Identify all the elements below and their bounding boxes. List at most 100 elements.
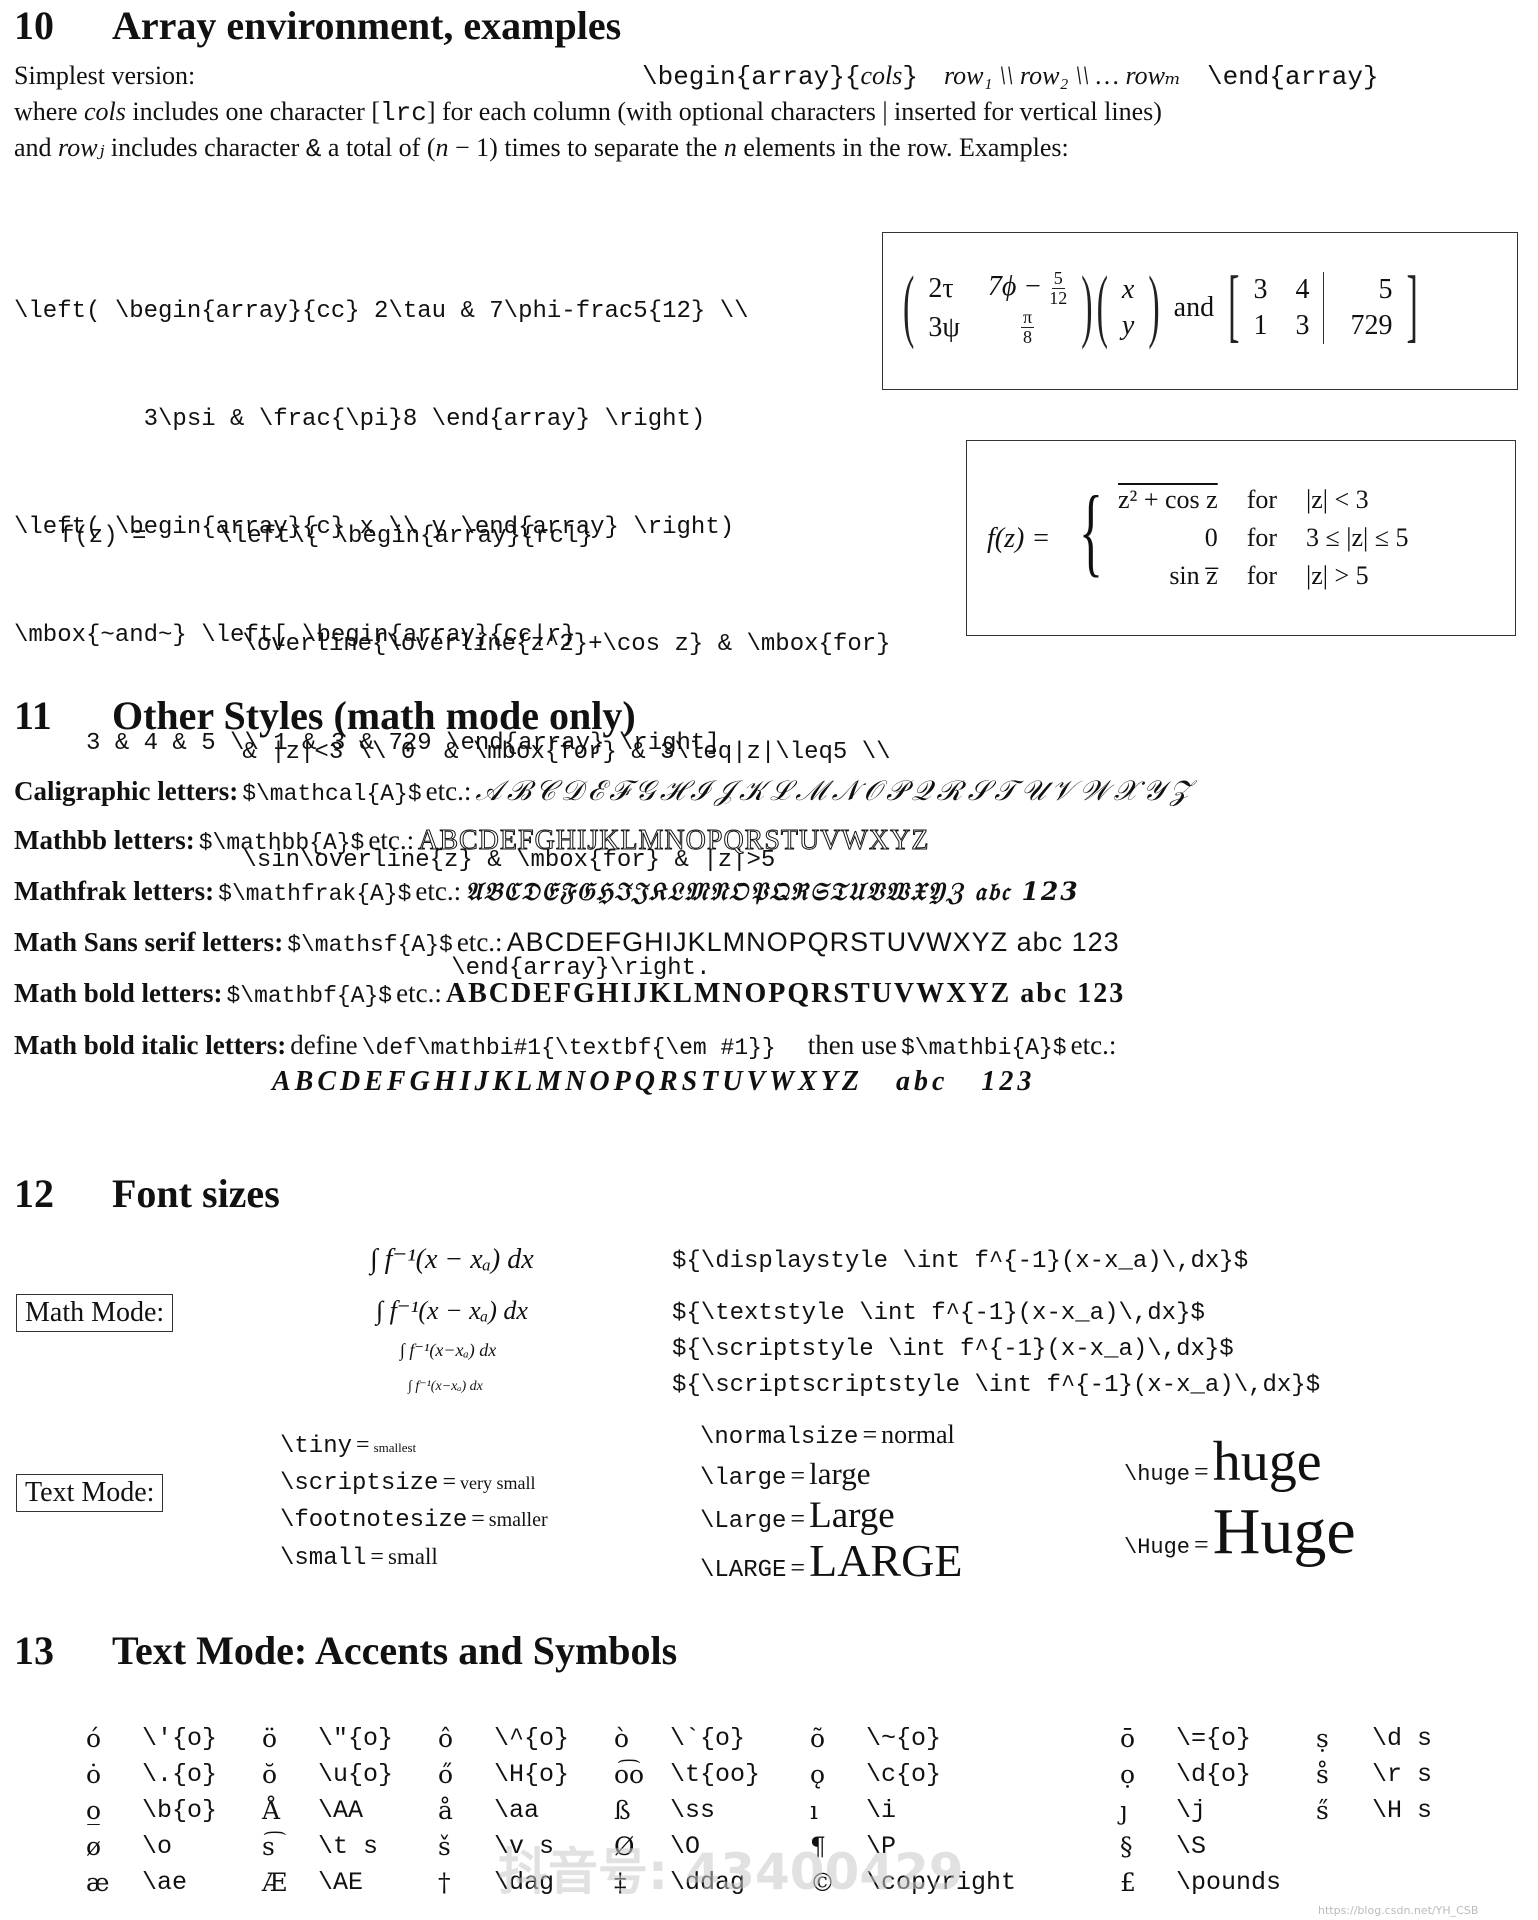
etc-text: etc.: <box>415 876 462 906</box>
size-cmd: \Large <box>700 1508 787 1535</box>
accent-glyph: ö <box>262 1723 278 1753</box>
case-cond: |z| < 3 <box>1306 485 1369 514</box>
accent-glyph: Æ <box>262 1867 288 1897</box>
def-cmd: \def\mathbi#1{\textbf{\em #1}} <box>361 1035 776 1061</box>
accent-command: \b{o} <box>142 1795 218 1825</box>
style-label: Math bold letters: <box>14 978 223 1008</box>
accent-glyph: å <box>438 1795 453 1825</box>
etc-text: etc.: <box>368 825 415 855</box>
size-cmd: \normalsize <box>700 1424 859 1451</box>
cell-value: 7ϕ − <box>987 271 1043 302</box>
style-sample: 𝒜ℬ𝒞𝒟ℰℱ𝒢ℋℐ𝒥𝒦ℒℳ𝒩𝒪𝒫𝒬ℛ𝒮𝒯𝒰𝒱𝒲𝒳𝒴𝒵 <box>475 774 1196 807</box>
accent-command: \={o} <box>1176 1723 1252 1753</box>
size-sample: large <box>809 1456 871 1491</box>
case-cond: |z| > 5 <box>1306 561 1369 590</box>
cell: 1 <box>1253 310 1268 342</box>
equals: = <box>370 1544 384 1570</box>
matrix-1: 2τ 7ϕ − 5 12 3ψ π8 <box>914 269 1081 347</box>
case-expr: z² + cos z <box>1117 481 1246 519</box>
accent-command: \"{o} <box>318 1723 394 1753</box>
text: and <box>14 133 59 162</box>
text: n <box>435 133 449 162</box>
accent-command: \AA <box>318 1795 364 1825</box>
section-13-heading: 13 Text Mode: Accents and Symbols <box>14 1627 677 1674</box>
section-11-heading: 11 Other Styles (math mode only) <box>14 692 636 739</box>
size-row: \Huge = Huge <box>1124 1494 1356 1570</box>
size-sample: very small <box>459 1473 536 1493</box>
size-cmd: \footnotesize <box>280 1507 468 1534</box>
equals: = <box>356 1432 370 1458</box>
size-cmd: \small <box>280 1545 367 1572</box>
accent-command: \pounds <box>1176 1867 1282 1897</box>
size-sample: normal <box>881 1420 955 1449</box>
text: − 1) times to separate the <box>448 133 724 162</box>
size-row: \footnotesize = smaller <box>280 1502 548 1539</box>
accent-command: \d{o} <box>1176 1759 1252 1789</box>
scriptscriptstyle-code: ${\scriptscriptstyle \int f^{-1}(x-x_a)\… <box>672 1372 1321 1399</box>
section-number: 12 <box>14 1171 54 1216</box>
cell: 5 <box>1323 272 1407 309</box>
expr-text: z² + cos z <box>1118 485 1218 514</box>
accent-command: \r s <box>1372 1759 1433 1789</box>
text: lrc <box>380 98 427 128</box>
cell: 7ϕ − 5 12 <box>974 269 1081 308</box>
size-sample: Huge <box>1212 1495 1356 1568</box>
accent-glyph: õ <box>810 1723 826 1753</box>
accent-command: \.{o} <box>142 1759 218 1789</box>
matrix-2: x y <box>1108 272 1148 344</box>
equals: = <box>862 1420 878 1449</box>
accent-command: \aa <box>494 1795 540 1825</box>
accent-glyph: ȷ <box>1120 1795 1128 1825</box>
accent-glyph: o̲ <box>86 1795 102 1825</box>
style-label: Mathbb letters: <box>14 825 195 855</box>
scriptscriptstyle-sample: ∫ f⁻¹(x−xₐ) dx <box>408 1379 483 1394</box>
accent-glyph: ò <box>614 1723 630 1753</box>
code-line: \overline{\overline{z^2}+\cos z} & \mbox… <box>156 631 891 658</box>
text-sizes-col2: \normalsize = normal \large = large \Lar… <box>700 1420 962 1586</box>
accent-command: \S <box>1176 1831 1207 1861</box>
text: where <box>14 97 85 126</box>
etc-text: etc.: <box>425 776 472 806</box>
case-expr: sin z̅ <box>1169 561 1218 590</box>
size-row: \Large = Large <box>700 1494 962 1536</box>
text: includes character <box>104 133 306 162</box>
section-title: Text Mode: Accents and Symbols <box>112 1628 678 1673</box>
cell: 3 <box>1295 310 1310 342</box>
size-sample: smallest <box>373 1440 417 1455</box>
accent-command: \`{o} <box>670 1723 746 1753</box>
accent-glyph: ǫ <box>810 1759 826 1789</box>
syntax-cols: cols <box>860 61 903 90</box>
accent-row: ȯ \.{o} ŏ \u{o} ő \H{o} o͡o \t{oo} ǫ \c{o} ọ \d{o} s… <box>86 1756 1462 1792</box>
accent-glyph: ó <box>86 1723 102 1753</box>
section-title: Array environment, examples <box>112 3 622 48</box>
accent-command: \H s <box>1372 1795 1433 1825</box>
style-cmd: $\mathbf{A}$ <box>226 983 393 1009</box>
syntax-close: } <box>902 62 918 92</box>
left-paren: ( <box>1096 262 1108 352</box>
case-for: for <box>1246 485 1278 514</box>
text: rowⱼ <box>58 133 105 162</box>
use-cmd: $\mathbi{A}$ <box>900 1035 1067 1061</box>
accent-glyph: ı <box>810 1795 818 1825</box>
case-row: sin z̅ for |z| > 5 <box>1117 557 1410 595</box>
case-row: 0 for 3 ≤ |z| ≤ 5 <box>1117 519 1410 557</box>
syntax-begin: \begin{array}{ <box>642 62 861 92</box>
etc-text: etc.: <box>396 978 442 1008</box>
cell: 4 <box>1295 274 1310 306</box>
right-paren: ) <box>1081 262 1093 352</box>
accent-glyph: s͡ <box>262 1831 275 1861</box>
cell: 3ψ <box>914 308 974 347</box>
accent-glyph <box>1316 1864 1372 1900</box>
cell: π8 <box>974 308 1081 347</box>
case-for: for <box>1246 523 1278 552</box>
cell: y <box>1121 310 1135 342</box>
left-bracket: [ <box>1228 262 1240 352</box>
equals: = <box>790 1461 806 1490</box>
source-url: https://blog.csdn.net/YH_CSB <box>1318 1904 1479 1917</box>
style-row-mathsf: Math Sans serif letters: $\mathsf{A}$ et… <box>14 927 1120 958</box>
size-row: \huge = huge <box>1124 1430 1356 1494</box>
define-text: define <box>290 1030 358 1060</box>
size-cmd: \tiny <box>280 1433 353 1460</box>
text: n <box>723 133 737 162</box>
accent-glyph: ŏ <box>262 1759 278 1789</box>
